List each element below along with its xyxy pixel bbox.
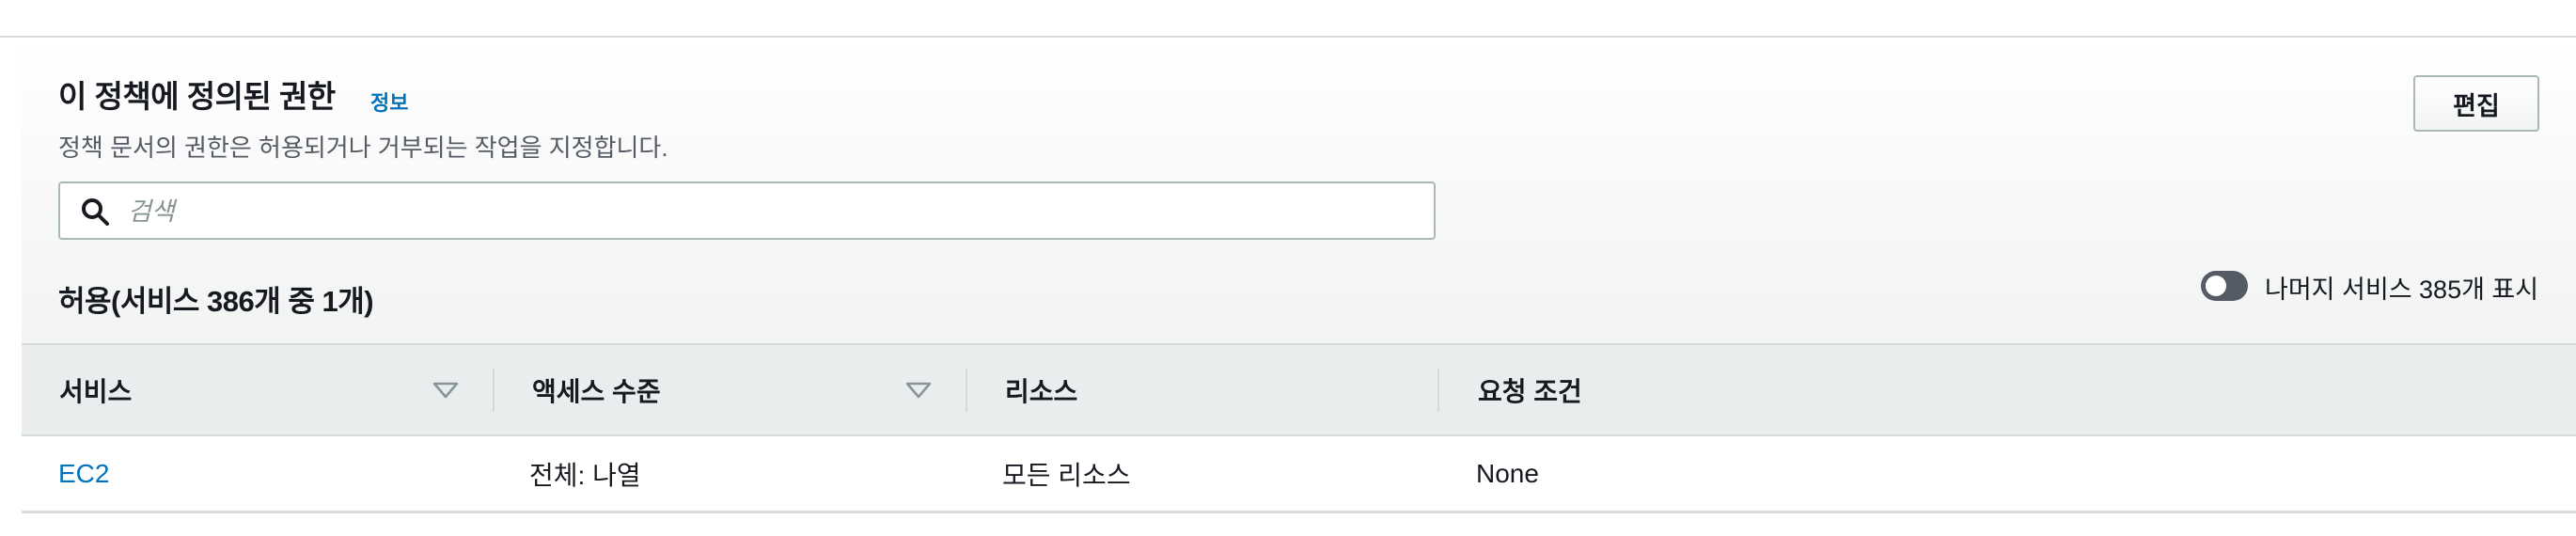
- sort-triangle-icon[interactable]: [432, 381, 460, 400]
- sort-triangle-icon[interactable]: [904, 381, 933, 400]
- request-condition-cell: None: [1476, 459, 1539, 488]
- column-divider: [1437, 369, 1439, 412]
- section-title: 이 정책에 정의된 권한: [58, 79, 336, 114]
- allowed-services-heading: 허용(서비스 386개 중 1개): [58, 285, 374, 318]
- service-link-ec2[interactable]: EC2: [58, 436, 109, 512]
- policy-permissions-page: 이 정책에 정의된 권한 정보 정책 문서의 권한은 허용되거나 거부되는 작업…: [0, 0, 2576, 536]
- search-icon: [82, 198, 109, 226]
- column-header-service[interactable]: 서비스: [59, 345, 132, 434]
- table-header: 서비스 액세스 수준 리소스 요청 조건: [22, 343, 2576, 436]
- resource-cell: 모든 리소스: [1002, 461, 1131, 490]
- search-box[interactable]: [58, 181, 1436, 240]
- column-divider: [493, 369, 495, 412]
- access-level-cell: 전체: 나열: [529, 461, 641, 490]
- toggle-knob: [2206, 276, 2226, 296]
- column-header-resource: 리소스: [1005, 376, 1078, 406]
- bottom-whitespace: [0, 513, 2576, 536]
- column-divider: [966, 369, 967, 412]
- section-description: 정책 문서의 권한은 허용되거나 거부되는 작업을 지정합니다.: [58, 134, 668, 162]
- show-remaining-services-label[interactable]: 나머지 서비스 385개 표시: [2265, 269, 2538, 306]
- show-remaining-services-toggle[interactable]: [2201, 271, 2248, 301]
- top-divider: [0, 36, 2576, 38]
- column-header-request-condition: 요청 조건: [1478, 376, 1582, 406]
- edit-button[interactable]: 편집: [2413, 75, 2539, 132]
- search-input[interactable]: [126, 191, 1418, 232]
- column-header-access-level[interactable]: 액세스 수준: [532, 345, 661, 434]
- info-link[interactable]: 정보: [370, 87, 408, 117]
- table-row: EC2 전체: 나열 모든 리소스 None: [22, 436, 2576, 513]
